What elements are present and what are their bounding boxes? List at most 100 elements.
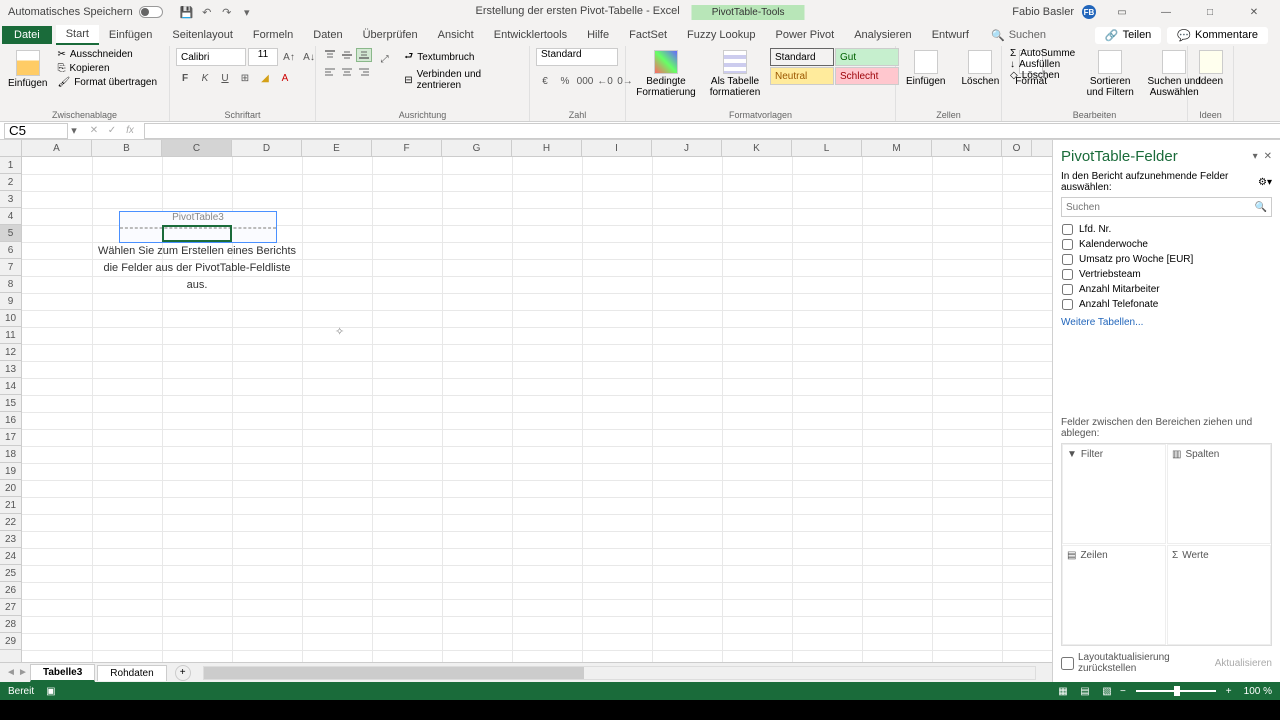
row-header[interactable]: 1 xyxy=(0,157,21,174)
col-header[interactable]: F xyxy=(372,140,442,156)
accept-formula-icon[interactable]: ✓ xyxy=(104,123,120,139)
comments-button[interactable]: 💬Kommentare xyxy=(1167,27,1268,44)
fill-color-icon[interactable]: ◢ xyxy=(256,69,274,87)
col-header[interactable]: I xyxy=(582,140,652,156)
font-size-select[interactable]: 11 xyxy=(248,48,278,66)
col-header[interactable]: G xyxy=(442,140,512,156)
avatar[interactable]: FB xyxy=(1082,5,1096,19)
row-header[interactable]: 21 xyxy=(0,497,21,514)
col-header[interactable]: O xyxy=(1002,140,1032,156)
align-top-icon[interactable] xyxy=(322,48,338,62)
field-search-input[interactable] xyxy=(1066,202,1255,213)
style-schlecht[interactable]: Schlecht xyxy=(835,67,899,85)
row-header[interactable]: 2 xyxy=(0,174,21,191)
align-left-icon[interactable] xyxy=(322,65,338,79)
row-header[interactable]: 6 xyxy=(0,242,21,259)
gear-icon[interactable]: ⚙▾ xyxy=(1258,177,1272,188)
format-table-button[interactable]: Als Tabelle formatieren xyxy=(704,48,766,100)
nav-next-icon[interactable]: ► xyxy=(18,667,28,678)
row-header[interactable]: 3 xyxy=(0,191,21,208)
sheet-tab-tabelle3[interactable]: Tabelle3 xyxy=(30,664,95,682)
field-checkbox[interactable] xyxy=(1062,269,1073,280)
cell-grid[interactable]: PivotTable3 Wählen Sie zum Erstellen ein… xyxy=(22,157,1052,662)
wrap-text-button[interactable]: ⮐Textumbruch xyxy=(403,48,523,67)
field-checkbox[interactable] xyxy=(1062,254,1073,265)
field-item[interactable]: Anzahl Mitarbeiter xyxy=(1061,283,1272,296)
delete-cells-button[interactable]: Löschen xyxy=(957,48,1003,89)
fill-button[interactable]: ↓Ausfüllen xyxy=(1008,59,1077,70)
tab-fuzzy[interactable]: Fuzzy Lookup xyxy=(677,26,765,44)
col-header[interactable]: L xyxy=(792,140,862,156)
tab-seitenlayout[interactable]: Seitenlayout xyxy=(162,26,243,44)
align-center-icon[interactable] xyxy=(339,65,355,79)
tab-ueberpruefen[interactable]: Überprüfen xyxy=(353,26,428,44)
tell-me-search[interactable]: 🔍 Suchen xyxy=(991,29,1046,42)
autosum-button[interactable]: ΣAutoSumme xyxy=(1008,48,1077,59)
row-header[interactable]: 25 xyxy=(0,565,21,582)
row-header[interactable]: 10 xyxy=(0,310,21,327)
col-header[interactable]: A xyxy=(22,140,92,156)
zoom-level[interactable]: 100 % xyxy=(1244,686,1272,697)
fx-icon[interactable]: fx xyxy=(122,123,138,139)
row-header[interactable]: 26 xyxy=(0,582,21,599)
row-header[interactable]: 7 xyxy=(0,259,21,276)
row-header[interactable]: 5 xyxy=(0,225,21,242)
col-header[interactable]: N xyxy=(932,140,1002,156)
redo-icon[interactable]: ↷ xyxy=(219,4,235,20)
share-button[interactable]: 🔗Teilen xyxy=(1095,27,1161,44)
paste-button[interactable]: Einfügen xyxy=(6,48,49,91)
row-header[interactable]: 19 xyxy=(0,463,21,480)
ribbon-options-icon[interactable]: ▭ xyxy=(1104,0,1140,24)
pane-dropdown-icon[interactable]: ▾ xyxy=(1253,151,1258,162)
view-layout-icon[interactable]: ▤ xyxy=(1076,684,1094,698)
field-search[interactable]: 🔍 xyxy=(1061,197,1272,217)
close-icon[interactable]: ✕ xyxy=(1236,0,1272,24)
field-checkbox[interactable] xyxy=(1062,239,1073,250)
style-neutral[interactable]: Neutral xyxy=(770,67,834,85)
tab-hilfe[interactable]: Hilfe xyxy=(577,26,619,44)
italic-icon[interactable]: K xyxy=(196,69,214,87)
row-header[interactable]: 22 xyxy=(0,514,21,531)
sheet-tab-rohdaten[interactable]: Rohdaten xyxy=(97,665,166,681)
field-checkbox[interactable] xyxy=(1062,284,1073,295)
tab-formeln[interactable]: Formeln xyxy=(243,26,303,44)
row-header[interactable]: 16 xyxy=(0,412,21,429)
copy-button[interactable]: ⎘Kopieren xyxy=(53,62,161,75)
pane-close-icon[interactable]: ✕ xyxy=(1264,151,1272,162)
field-item[interactable]: Vertriebsteam xyxy=(1061,268,1272,281)
row-header[interactable]: 29 xyxy=(0,633,21,650)
format-painter-button[interactable]: 🖌Format übertragen xyxy=(53,76,161,89)
row-header[interactable]: 9 xyxy=(0,293,21,310)
drop-filter[interactable]: ▼Filter xyxy=(1062,444,1166,544)
field-item[interactable]: Anzahl Telefonate xyxy=(1061,298,1272,311)
row-header[interactable]: 13 xyxy=(0,361,21,378)
maximize-icon[interactable]: □ xyxy=(1192,0,1228,24)
row-header[interactable]: 8 xyxy=(0,276,21,293)
row-header[interactable]: 4 xyxy=(0,208,21,225)
horizontal-scrollbar[interactable] xyxy=(203,666,1036,680)
field-item[interactable]: Lfd. Nr. xyxy=(1061,223,1272,236)
cut-button[interactable]: ✂Ausschneiden xyxy=(53,48,161,61)
thousands-icon[interactable]: 000 xyxy=(576,72,594,90)
tab-factset[interactable]: FactSet xyxy=(619,26,677,44)
view-normal-icon[interactable]: ▦ xyxy=(1054,684,1072,698)
cond-format-button[interactable]: Bedingte Formatierung xyxy=(632,48,700,100)
view-pagebreak-icon[interactable]: ▧ xyxy=(1098,684,1116,698)
row-header[interactable]: 15 xyxy=(0,395,21,412)
field-item[interactable]: Umsatz pro Woche [EUR] xyxy=(1061,253,1272,266)
cancel-formula-icon[interactable]: ✕ xyxy=(86,123,102,139)
add-sheet-button[interactable]: + xyxy=(175,665,191,681)
row-header[interactable]: 28 xyxy=(0,616,21,633)
align-middle-icon[interactable] xyxy=(339,48,355,62)
undo-icon[interactable]: ↶ xyxy=(199,4,215,20)
row-header[interactable]: 24 xyxy=(0,548,21,565)
nav-prev-icon[interactable]: ◄ xyxy=(6,667,16,678)
style-gut[interactable]: Gut xyxy=(835,48,899,66)
save-icon[interactable]: 💾 xyxy=(179,4,195,20)
inc-decimal-icon[interactable]: ←0 xyxy=(596,72,614,90)
orientation-icon[interactable]: ⤢ xyxy=(376,50,393,68)
defer-layout-checkbox[interactable]: Layoutaktualisierung zurückstellen xyxy=(1061,652,1215,674)
tab-entwicklertools[interactable]: Entwicklertools xyxy=(484,26,577,44)
col-header[interactable]: J xyxy=(652,140,722,156)
align-right-icon[interactable] xyxy=(356,65,372,79)
